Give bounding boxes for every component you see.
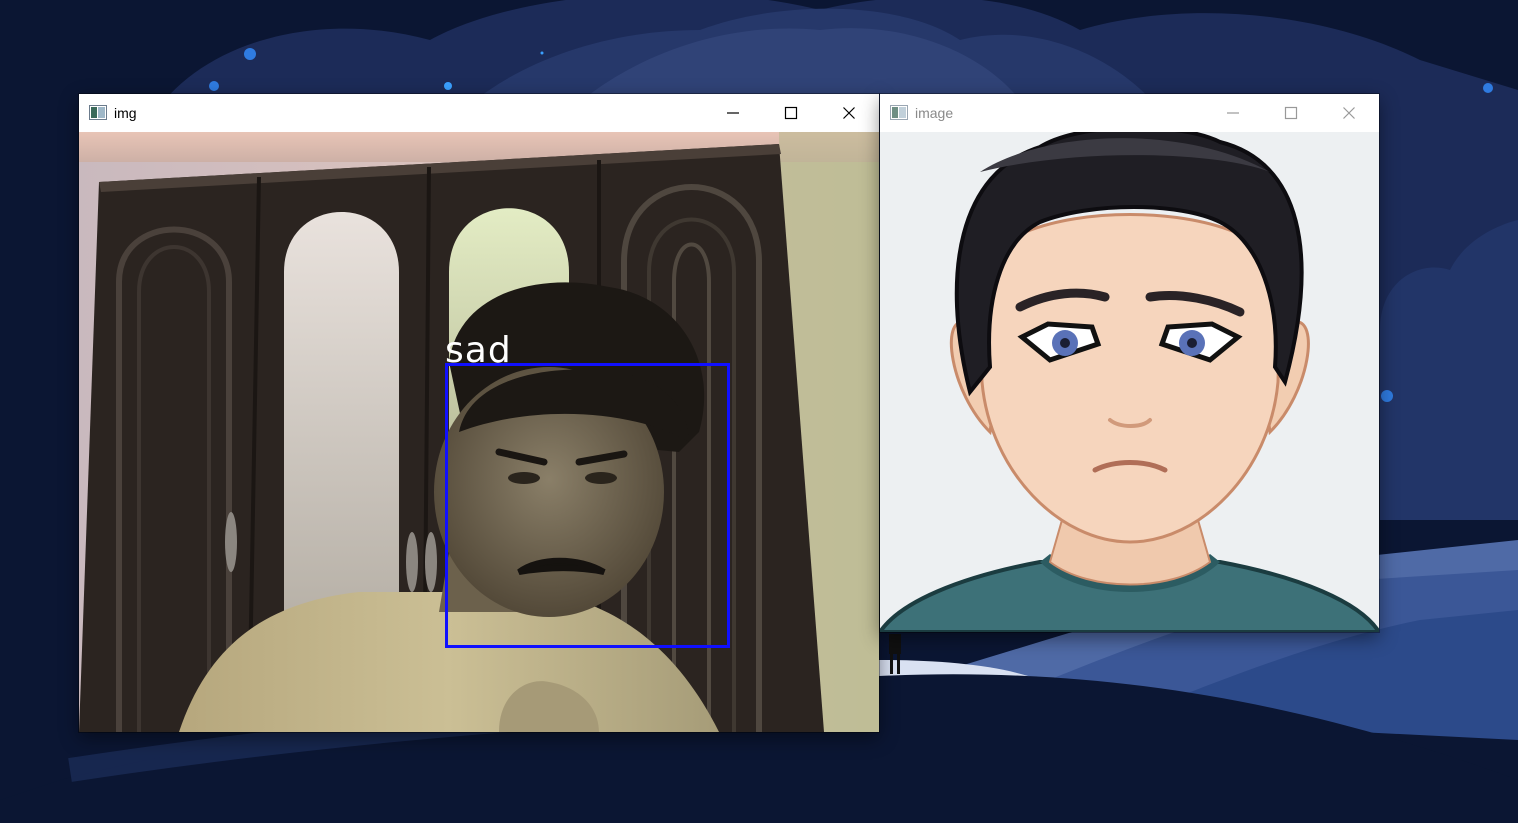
maximize-button[interactable] bbox=[762, 94, 820, 132]
close-button[interactable] bbox=[1320, 94, 1378, 132]
close-icon bbox=[1343, 107, 1355, 119]
minimize-button[interactable] bbox=[1204, 94, 1262, 132]
minimize-icon bbox=[727, 112, 739, 114]
avatar-window[interactable]: image bbox=[880, 94, 1379, 632]
app-icon bbox=[89, 105, 107, 120]
app-icon bbox=[890, 105, 908, 120]
maximize-button[interactable] bbox=[1262, 94, 1320, 132]
sad-avatar-image bbox=[880, 132, 1379, 632]
close-icon bbox=[843, 107, 855, 119]
window-title: img bbox=[114, 105, 137, 121]
avatar-window-titlebar[interactable]: image bbox=[880, 94, 1379, 132]
maximize-icon bbox=[1284, 106, 1298, 120]
camera-window[interactable]: img sad bbox=[79, 94, 879, 732]
close-button[interactable] bbox=[820, 94, 878, 132]
maximize-icon bbox=[784, 106, 798, 120]
minimize-button[interactable] bbox=[704, 94, 762, 132]
minimize-icon bbox=[1227, 112, 1239, 114]
window-title: image bbox=[915, 105, 954, 121]
avatar-display bbox=[880, 132, 1379, 632]
camera-window-titlebar[interactable]: img bbox=[79, 94, 879, 132]
camera-feed: sad bbox=[79, 132, 879, 732]
face-detection-box bbox=[445, 363, 730, 648]
